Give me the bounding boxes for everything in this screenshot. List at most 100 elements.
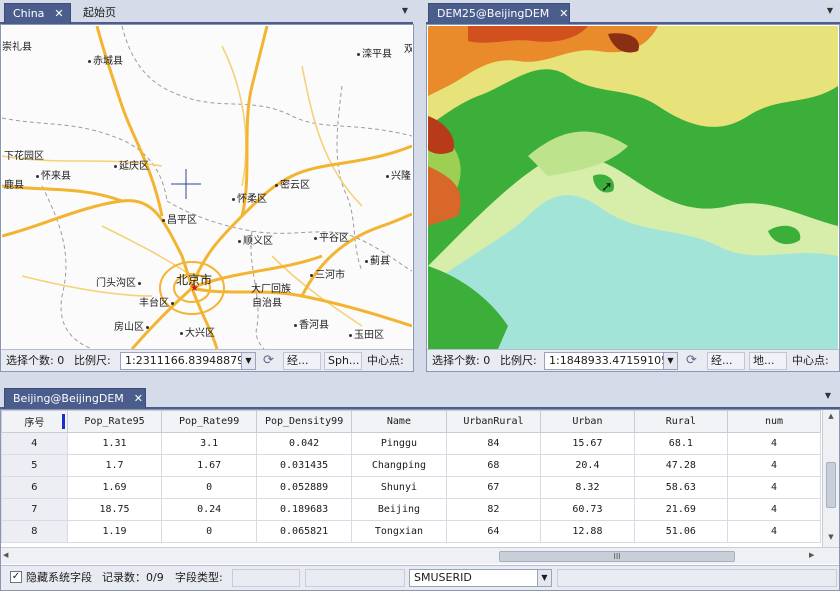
table-cell[interactable]: 1.7 — [66, 454, 163, 477]
table-cell[interactable]: 0.24 — [161, 498, 257, 521]
table-cell[interactable]: 3.1 — [161, 432, 257, 455]
table-cell[interactable]: Shunyi — [351, 476, 447, 499]
table-cell[interactable]: 84 — [445, 432, 542, 455]
field-type-label: 字段类型: — [175, 571, 223, 584]
hide-system-fields-checkbox[interactable]: ✓ — [10, 571, 22, 583]
dem-map-view[interactable]: ➚ — [428, 26, 838, 349]
projection-button[interactable]: Sph... — [324, 352, 362, 370]
close-icon[interactable]: ✕ — [559, 4, 568, 24]
column-header[interactable]: Rural — [633, 410, 729, 433]
right-tabstrip: DEM25@BeijingDEM ✕ ▼ — [426, 0, 840, 24]
table-cell[interactable]: 0 — [161, 520, 257, 543]
row-index[interactable]: 7 — [1, 498, 68, 521]
table-cell[interactable]: 1.31 — [66, 432, 163, 455]
map-label: 房山区 — [114, 318, 151, 333]
table-cell[interactable]: 0.189683 — [255, 498, 353, 521]
table-cell[interactable]: 1.69 — [66, 476, 163, 499]
tab-china-label: China — [13, 7, 45, 20]
column-header[interactable]: Pop_Rate95 — [66, 410, 163, 433]
table-cell[interactable]: Changping — [351, 454, 447, 477]
table-cell[interactable]: Pinggu — [351, 432, 447, 455]
table-cell[interactable]: 4 — [727, 454, 821, 477]
table-cell[interactable]: 0.031435 — [255, 454, 353, 477]
table-cell[interactable]: 67 — [445, 476, 542, 499]
row-index[interactable]: 4 — [1, 432, 68, 455]
field-select[interactable]: SMUSERID ▼ — [409, 569, 552, 587]
chevron-down-icon[interactable]: ▼ — [663, 353, 677, 369]
horizontal-scrollbar[interactable]: ◀ III ▶ — [1, 547, 839, 564]
scroll-left-icon[interactable]: ◀ — [3, 551, 15, 559]
tab-beijing-attributes-label: Beijing@BeijingDEM — [13, 392, 124, 405]
tab-list-dropdown-icon[interactable]: ▼ — [822, 390, 834, 402]
table-cell[interactable]: 15.67 — [540, 432, 635, 455]
table-cell[interactable]: 64 — [445, 520, 542, 543]
table-cell[interactable]: 47.28 — [633, 454, 729, 477]
close-icon[interactable]: ✕ — [54, 4, 63, 24]
table-cell[interactable]: 82 — [445, 498, 542, 521]
table-cell[interactable]: Beijing — [351, 498, 447, 521]
table-cell[interactable]: 68 — [445, 454, 542, 477]
tab-china[interactable]: China ✕ — [4, 3, 71, 24]
table-cell[interactable]: 0 — [161, 476, 257, 499]
column-header[interactable]: Urban — [540, 410, 635, 433]
china-map-view[interactable]: 崇礼县 赤城县 滦平县 双 下花园区 延庆区 怀来县 鹿县 怀柔区 密云区 兴隆… — [2, 26, 412, 349]
table-cell[interactable]: 0.042 — [255, 432, 353, 455]
table-row[interactable]: 4 1.31 3.1 0.042 Pinggu 84 15.67 68.1 4 — [1, 432, 821, 455]
row-index[interactable]: 8 — [1, 520, 68, 543]
table-cell[interactable]: Tongxian — [351, 520, 447, 543]
table-cell[interactable]: 4 — [727, 520, 821, 543]
refresh-icon[interactable]: ⟳ — [263, 353, 274, 369]
map-label: 香河县 — [294, 316, 329, 331]
column-header[interactable]: num — [727, 410, 821, 433]
table-cell[interactable]: 20.4 — [540, 454, 635, 477]
column-header[interactable]: 序号 — [1, 410, 68, 433]
table-cell[interactable]: 51.06 — [633, 520, 729, 543]
table-row[interactable]: 5 1.7 1.67 0.031435 Changping 68 20.4 47… — [1, 454, 821, 477]
scroll-down-icon[interactable]: ▼ — [823, 533, 839, 545]
table-cell[interactable]: 4 — [727, 498, 821, 521]
coordinate-format-button[interactable]: 经... — [707, 352, 745, 370]
horizontal-scroll-thumb[interactable]: III — [499, 551, 735, 562]
table-cell[interactable]: 12.88 — [540, 520, 635, 543]
refresh-icon[interactable]: ⟳ — [686, 353, 697, 369]
column-header[interactable]: UrbanRural — [445, 410, 542, 433]
tab-list-dropdown-icon[interactable]: ▼ — [824, 5, 836, 17]
map-label: 丰台区 — [139, 294, 176, 309]
table-cell[interactable]: 1.19 — [66, 520, 163, 543]
column-header[interactable]: Pop_Rate99 — [161, 410, 257, 433]
scale-combobox[interactable]: 1:2311166.83948879 ▼ — [120, 352, 256, 370]
tab-dem25[interactable]: DEM25@BeijingDEM ✕ — [428, 3, 570, 24]
table-cell[interactable]: 60.73 — [540, 498, 635, 521]
table-row[interactable]: 8 1.19 0 0.065821 Tongxian 64 12.88 51.0… — [1, 520, 821, 543]
coordinate-format-button[interactable]: 经... — [283, 352, 321, 370]
attribute-grid[interactable]: 序号 Pop_Rate95 Pop_Rate99 Pop_Density99 N… — [1, 410, 821, 547]
scroll-right-icon[interactable]: ▶ — [809, 551, 821, 559]
vertical-scrollbar[interactable]: ▲ ▼ — [822, 410, 839, 547]
tab-list-dropdown-icon[interactable]: ▼ — [399, 5, 411, 17]
column-header[interactable]: Name — [351, 410, 447, 433]
close-icon[interactable]: ✕ — [134, 389, 143, 409]
table-cell[interactable]: 68.1 — [633, 432, 729, 455]
table-cell[interactable]: 1.67 — [161, 454, 257, 477]
table-cell[interactable]: 8.32 — [540, 476, 635, 499]
row-index[interactable]: 6 — [1, 476, 68, 499]
table-cell[interactable]: 18.75 — [66, 498, 163, 521]
column-header[interactable]: Pop_Density99 — [255, 410, 353, 433]
table-cell[interactable]: 0.052889 — [255, 476, 353, 499]
chevron-down-icon[interactable]: ▼ — [537, 570, 551, 586]
table-cell[interactable]: 0.065821 — [255, 520, 353, 543]
scroll-up-icon[interactable]: ▲ — [823, 412, 839, 424]
coordinate-system-button[interactable]: 地... — [749, 352, 787, 370]
table-cell[interactable]: 21.69 — [633, 498, 729, 521]
table-row[interactable]: 7 18.75 0.24 0.189683 Beijing 82 60.73 2… — [1, 498, 821, 521]
tab-beijing-attributes[interactable]: Beijing@BeijingDEM ✕ — [4, 388, 146, 409]
chevron-down-icon[interactable]: ▼ — [241, 353, 255, 369]
tab-start-page[interactable]: 起始页 — [75, 3, 124, 24]
row-index[interactable]: 5 — [1, 454, 68, 477]
table-cell[interactable]: 4 — [727, 476, 821, 499]
scale-combobox[interactable]: 1:1848933.47159105 ▼ — [544, 352, 678, 370]
table-cell[interactable]: 4 — [727, 432, 821, 455]
table-row[interactable]: 6 1.69 0 0.052889 Shunyi 67 8.32 58.63 4 — [1, 476, 821, 499]
vertical-scroll-thumb[interactable] — [826, 462, 836, 508]
table-cell[interactable]: 58.63 — [633, 476, 729, 499]
